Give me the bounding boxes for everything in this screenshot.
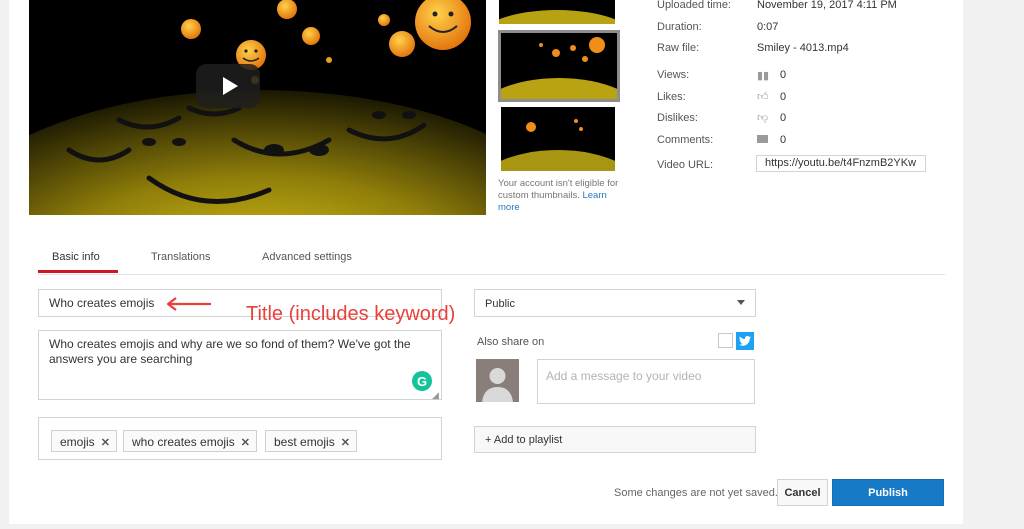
uploaded-time-value: November 19, 2017 4:11 PM bbox=[757, 0, 897, 11]
avatar bbox=[476, 359, 519, 402]
remove-tag-icon[interactable]: ✕ bbox=[341, 437, 350, 449]
tags-input[interactable]: emojis ✕ who creates emojis ✕ best emojis ✕ bbox=[38, 417, 442, 460]
views-value: 0 bbox=[780, 69, 787, 81]
twitter-icon bbox=[739, 336, 751, 346]
tab-basic-info[interactable]: Basic info bbox=[52, 251, 100, 263]
share-message-input[interactable]: Add a message to your video bbox=[537, 359, 755, 404]
tag-chip: emojis ✕ bbox=[51, 430, 117, 452]
resize-handle-icon[interactable]: ◢ bbox=[432, 390, 439, 401]
thumbnail-option-3[interactable] bbox=[501, 107, 615, 171]
twitter-share-button[interactable] bbox=[736, 332, 754, 350]
remove-tag-icon[interactable]: ✕ bbox=[101, 437, 110, 449]
tag-chip: best emojis ✕ bbox=[265, 430, 357, 452]
unsaved-status-text: Some changes are not yet saved. bbox=[614, 487, 778, 499]
play-icon bbox=[222, 77, 238, 95]
raw-file-label: Raw file: bbox=[657, 42, 700, 54]
bar-chart-icon: ▮▮ bbox=[757, 70, 770, 82]
video-url-label: Video URL: bbox=[657, 159, 714, 171]
tab-advanced-settings[interactable]: Advanced settings bbox=[262, 251, 352, 263]
tag-label: who creates emojis bbox=[132, 435, 235, 449]
description-textarea[interactable]: Who creates emojis and why are we so fon… bbox=[38, 330, 442, 400]
thumbs-down-icon: 👎︎ bbox=[757, 112, 769, 124]
video-url-field[interactable]: https://youtu.be/t4FnzmB2YKw bbox=[756, 155, 926, 172]
uploaded-time-label: Uploaded time: bbox=[657, 0, 731, 11]
comments-label: Comments: bbox=[657, 134, 714, 146]
privacy-dropdown[interactable]: Public bbox=[474, 289, 756, 317]
publish-button[interactable]: Publish bbox=[832, 479, 944, 506]
thumbnail-option-1[interactable] bbox=[499, 0, 615, 24]
comment-icon bbox=[757, 135, 768, 143]
tag-label: emojis bbox=[60, 435, 95, 449]
raw-file-value: Smiley - 4013.mp4 bbox=[757, 42, 849, 54]
thumbnail-option-2[interactable] bbox=[498, 30, 620, 102]
annotation-text: Title (includes keyword) bbox=[246, 303, 456, 325]
remove-tag-icon[interactable]: ✕ bbox=[241, 437, 250, 449]
views-label: Views: bbox=[657, 69, 690, 81]
tag-chip: who creates emojis ✕ bbox=[123, 430, 257, 452]
tabs-divider bbox=[38, 274, 945, 275]
play-button[interactable] bbox=[196, 64, 260, 108]
video-preview[interactable] bbox=[29, 0, 486, 215]
duration-label: Duration: bbox=[657, 21, 702, 33]
likes-value: 0 bbox=[780, 91, 787, 103]
duration-value: 0:07 bbox=[757, 21, 779, 33]
share-checkbox[interactable] bbox=[718, 333, 733, 348]
add-to-playlist-button[interactable]: + Add to playlist bbox=[474, 426, 756, 453]
also-share-label: Also share on bbox=[477, 336, 545, 348]
tag-label: best emojis bbox=[274, 435, 335, 449]
likes-label: Likes: bbox=[657, 91, 686, 103]
chevron-down-icon bbox=[737, 300, 745, 305]
dislikes-value: 0 bbox=[780, 112, 787, 124]
tab-translations[interactable]: Translations bbox=[151, 251, 211, 263]
dislikes-label: Dislikes: bbox=[657, 112, 698, 124]
thumbnail-note: Your account isn't eligible for custom t… bbox=[498, 178, 628, 214]
thumbs-up-icon: 👍︎ bbox=[757, 91, 769, 103]
active-tab-indicator bbox=[38, 270, 118, 273]
comments-value: 0 bbox=[780, 134, 787, 146]
privacy-value: Public bbox=[485, 298, 515, 310]
annotation-arrow-icon bbox=[165, 297, 213, 316]
grammarly-icon[interactable]: G bbox=[412, 371, 432, 391]
cancel-button[interactable]: Cancel bbox=[777, 479, 828, 506]
